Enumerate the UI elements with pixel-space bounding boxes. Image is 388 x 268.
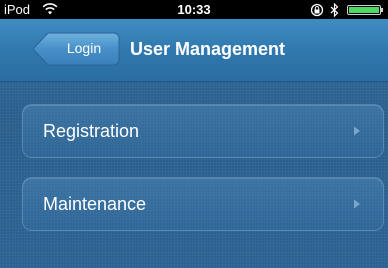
registration-menu-item[interactable]: Registration xyxy=(22,104,384,158)
navigation-bar: Login User Management xyxy=(0,19,388,82)
page-title: User Management xyxy=(130,39,286,59)
bluetooth-icon xyxy=(330,3,339,17)
app-screen: iPod 10:33 Login User Management Registr… xyxy=(0,0,388,268)
maintenance-menu-item[interactable]: Maintenance xyxy=(22,177,384,231)
chevron-right-icon xyxy=(354,199,360,209)
menu-item-label: Registration xyxy=(43,121,140,141)
chevron-right-icon xyxy=(354,126,360,136)
rotation-lock-icon xyxy=(310,3,324,17)
menu-item-label: Maintenance xyxy=(43,194,147,214)
battery-icon xyxy=(347,5,383,15)
back-button-label: Login xyxy=(66,40,102,56)
login-back-button[interactable]: Login xyxy=(32,32,120,66)
status-bar: iPod 10:33 xyxy=(0,0,388,19)
